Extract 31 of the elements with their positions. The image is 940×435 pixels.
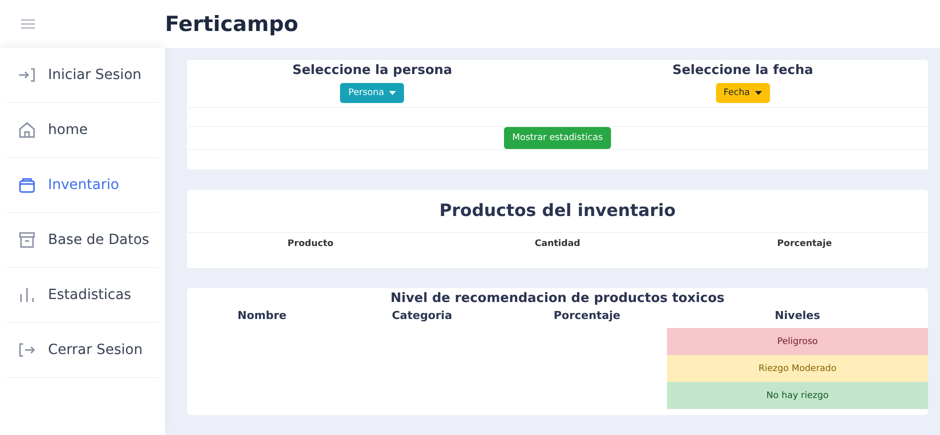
sidebar-item[interactable]: Iniciar Sesion	[6, 48, 159, 103]
menu-icon[interactable]	[21, 19, 35, 29]
column-header: Porcentaje	[554, 309, 620, 324]
archive-icon	[18, 231, 36, 249]
home-icon	[18, 121, 36, 139]
login-icon	[18, 66, 36, 84]
sidebar-item[interactable]: Inventario	[6, 158, 159, 213]
column-header: Porcentaje	[777, 239, 832, 249]
sidebar-item[interactable]: Cerrar Sesion	[6, 323, 159, 378]
card-title: Nivel de recomendacion de productos toxicos	[389, 290, 726, 306]
card-title: Productos del inventario	[187, 190, 928, 233]
level-row: No hay riezgo	[667, 382, 928, 409]
bar-chart-icon	[18, 286, 36, 304]
app-title: Ferticampo	[165, 12, 298, 36]
filter-heading: Seleccione la persona	[292, 63, 452, 78]
sidebar-item[interactable]: home	[6, 103, 159, 158]
column-header: Categoria	[392, 309, 452, 324]
level-row: Peligroso	[667, 328, 928, 355]
filter-heading: Seleccione la fecha	[672, 63, 814, 78]
sidebar-item[interactable]: Estadisticas	[6, 268, 159, 323]
logout-icon	[18, 341, 36, 359]
caret-icon	[389, 91, 396, 95]
dropdown-button[interactable]: Fecha	[716, 83, 770, 103]
column-header: Producto	[288, 239, 334, 249]
column-header: Nombre	[238, 309, 286, 324]
bag-icon	[18, 176, 36, 194]
caret-icon	[754, 91, 762, 95]
sidebar-item[interactable]: Base de Datos	[6, 213, 159, 268]
column-header: Niveles	[774, 309, 820, 324]
column-header: Cantidad	[534, 239, 580, 249]
level-row: Riezgo Moderado	[667, 355, 928, 382]
